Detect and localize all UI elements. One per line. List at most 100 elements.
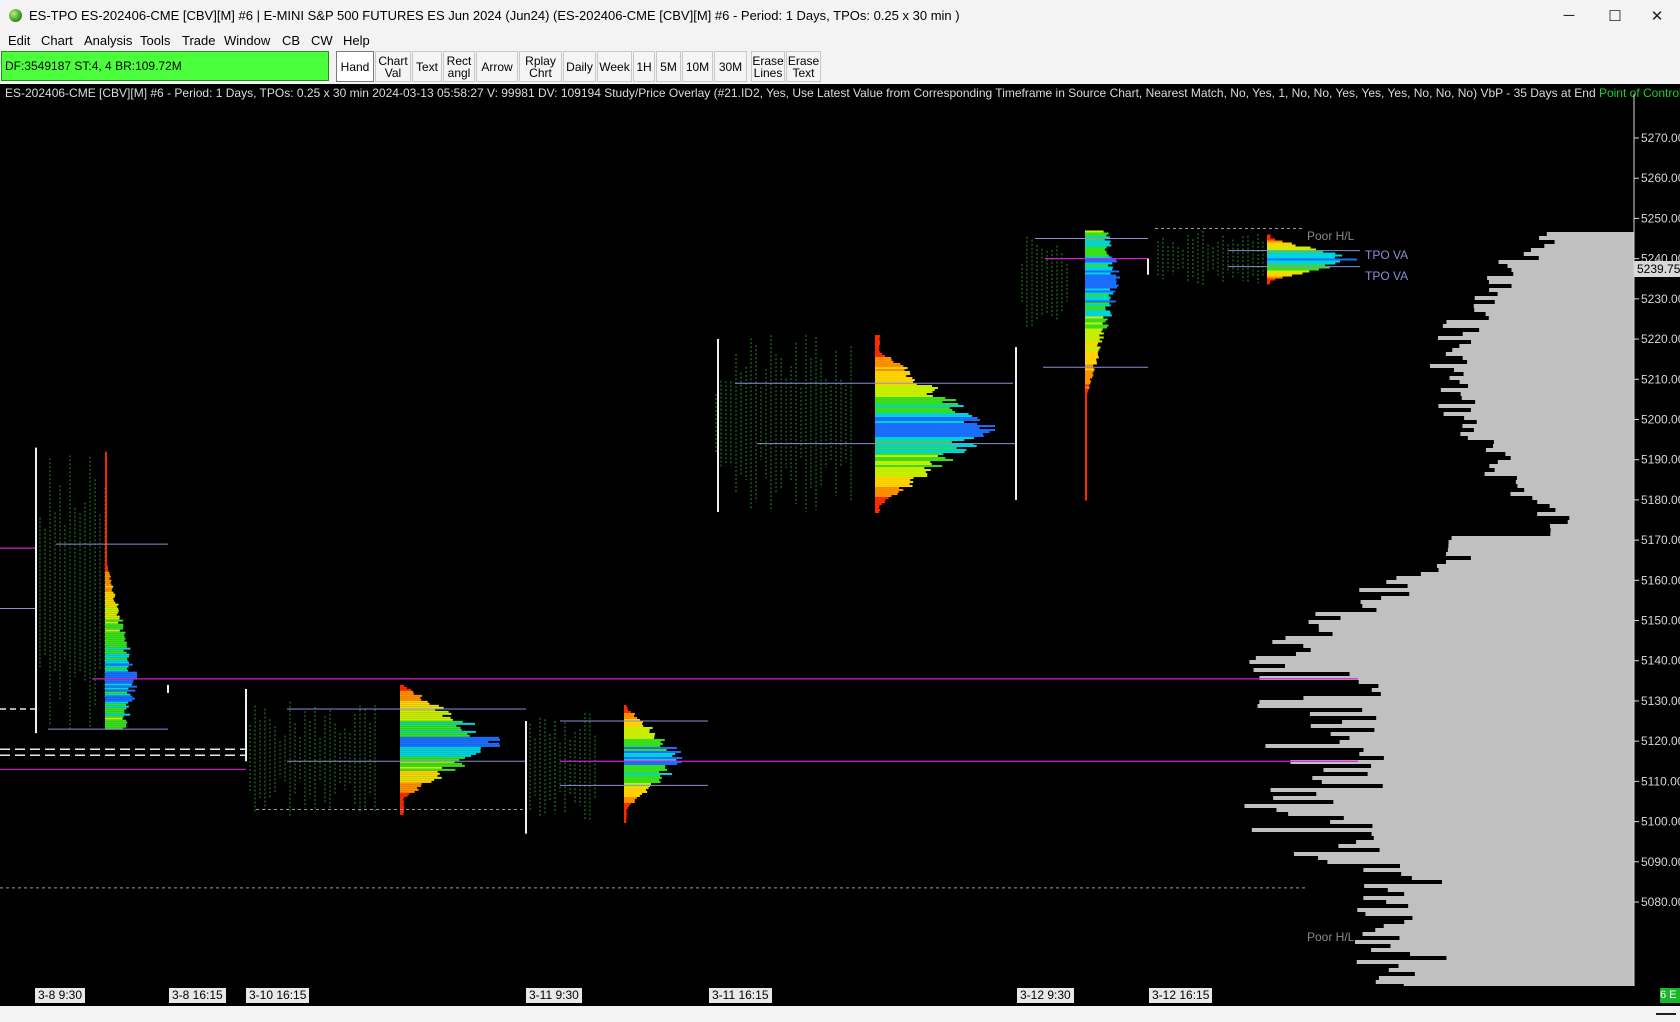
vbp-bar [1544, 244, 1634, 248]
menu-cw[interactable]: CW [311, 33, 333, 48]
vbp-bar [1467, 436, 1634, 440]
tpo-bar [875, 399, 957, 402]
tpo-bar [1267, 270, 1310, 273]
tpo-bar [1267, 280, 1271, 283]
chart-area[interactable]: ES-202406-CME [CBV][M] #6 - Period: 1 Da… [0, 84, 1680, 986]
tpo-bar [105, 723, 126, 726]
30m-button[interactable]: 30M [714, 51, 747, 82]
menu-help[interactable]: Help [343, 33, 370, 48]
tpo-bar [105, 551, 107, 554]
tpo-bar [875, 491, 899, 494]
tpo-bar [105, 475, 107, 478]
tpo-bar [624, 750, 681, 753]
toolbar: DF:3549187 ST:4, 4 BR:109.72M Hand Chart… [0, 50, 1680, 84]
tpo-bar [1085, 292, 1114, 295]
tpo-bar [875, 393, 927, 396]
tpo-bar [105, 515, 107, 518]
vbp-bar [1445, 560, 1634, 564]
vbp-bar [1338, 844, 1634, 848]
vbp-bar [1460, 432, 1634, 436]
tpo-bar [1085, 490, 1087, 493]
vbp-bar [1359, 752, 1634, 756]
tpo-bar [624, 800, 635, 803]
tpo-bar [1085, 476, 1087, 479]
tpo-bar [400, 688, 412, 691]
tpo-bar [1085, 462, 1087, 465]
rectangle-button[interactable]: Rect angl [443, 51, 475, 82]
10m-button[interactable]: 10M [682, 51, 713, 82]
replay-chart-button[interactable]: Rplay Chrt [519, 51, 562, 82]
tpo-bar [1085, 376, 1093, 379]
vbp-bar [1330, 732, 1634, 736]
tpo-bar [105, 469, 107, 472]
tpo-bar [105, 719, 127, 722]
price-label: 5260.00 [1641, 171, 1680, 185]
tpo-bar [105, 667, 127, 670]
arrow-button[interactable]: Arrow [476, 51, 518, 82]
tpo-bar [105, 467, 107, 470]
vbp-bar [1539, 236, 1634, 240]
vbp-bar [1363, 896, 1634, 900]
maximize-button[interactable]: ☐ [1592, 0, 1638, 31]
erase-text-button[interactable]: Erase Text [786, 51, 821, 82]
tpo-bar [105, 573, 110, 576]
1h-button[interactable]: 1H [633, 51, 655, 82]
tpo-bar [875, 349, 879, 352]
week-button[interactable]: Week [597, 51, 632, 82]
tpo-bar [105, 485, 107, 488]
corner-badge: 6 E [1660, 988, 1680, 1003]
resize-grip-icon[interactable] [1656, 1013, 1676, 1015]
vbp-bar [1507, 264, 1634, 268]
tpo-bar [624, 732, 656, 735]
tpo-bar [875, 473, 928, 476]
chart-val-button[interactable]: Chart Val [375, 51, 411, 82]
tpo-bar [1085, 478, 1087, 481]
tpo-bar [1267, 256, 1335, 259]
tpo-bar [1085, 270, 1120, 273]
menu-edit[interactable]: Edit [8, 33, 30, 48]
close-button[interactable]: ✕ [1634, 0, 1680, 31]
time-label: 3-11 16:15 [709, 988, 772, 1003]
vbp-bar [1318, 624, 1634, 628]
tpo-bar [624, 816, 627, 819]
tpo-bar [400, 758, 460, 761]
text-button[interactable]: Text [412, 51, 442, 82]
tpo-bar [1085, 358, 1097, 361]
daily-button[interactable]: Daily [563, 51, 596, 82]
menu-trade[interactable]: Trade [182, 33, 215, 48]
menu-tools[interactable]: Tools [140, 33, 170, 48]
5m-button[interactable]: 5M [656, 51, 681, 82]
menu-analysis[interactable]: Analysis [84, 33, 132, 48]
tpo-bar [400, 700, 428, 703]
tpo-bar [875, 461, 931, 464]
vbp-bar [1360, 600, 1634, 604]
tpo-bar [1085, 280, 1117, 283]
tpo-bar [875, 447, 957, 450]
price-label: 5180.00 [1641, 493, 1680, 507]
tpo-bar [875, 337, 880, 340]
tpo-bar [1085, 452, 1087, 455]
tpo-bar [624, 738, 665, 741]
tpo-bar [105, 505, 107, 508]
erase-lines-button[interactable]: Erase Lines [751, 51, 785, 82]
tpo-bar [1085, 262, 1113, 265]
vbp-bar [1365, 912, 1634, 916]
vbp-bar [1318, 628, 1634, 632]
tpo-bar [875, 357, 892, 360]
menu-window[interactable]: Window [224, 33, 270, 48]
tpo-bar [105, 613, 117, 616]
tpo-bar [105, 625, 124, 628]
menu-chart[interactable]: Chart [41, 33, 73, 48]
tpo-chart-canvas[interactable]: 5270.005260.005250.005240.005230.005220.… [0, 84, 1680, 986]
tpo-bar [105, 471, 107, 474]
vbp-bar [1284, 664, 1634, 668]
tpo-bar [1085, 472, 1087, 475]
menu-cb[interactable]: CB [282, 33, 300, 48]
vbp-bar [1270, 788, 1634, 792]
vbp-bar [1356, 840, 1634, 844]
tpo-bar [1085, 346, 1101, 349]
minimize-button[interactable]: ─ [1546, 0, 1592, 31]
tpo-bar [875, 455, 939, 458]
hand-button[interactable]: Hand [336, 51, 374, 82]
vbp-bar [1362, 932, 1634, 936]
